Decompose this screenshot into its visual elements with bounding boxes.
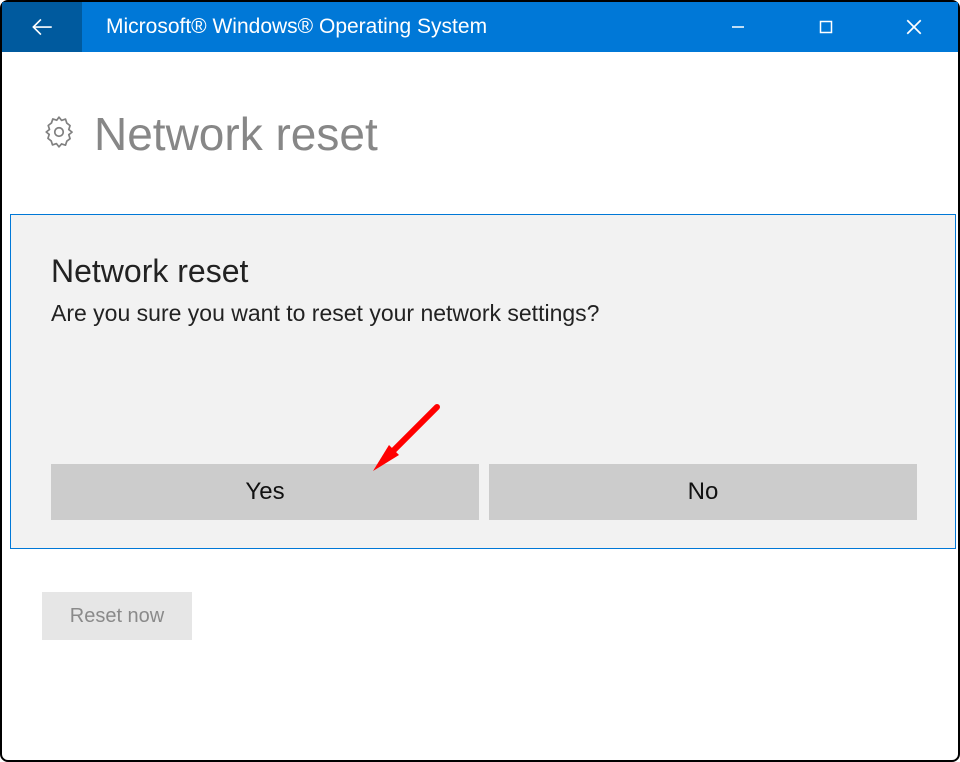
page-title: Network reset [94,107,378,161]
reset-now-button[interactable]: Reset now [42,592,192,640]
maximize-icon [818,19,834,35]
maximize-button[interactable] [782,2,870,52]
dialog-title: Network reset [51,253,917,290]
no-button[interactable]: No [489,464,917,520]
close-button[interactable] [870,2,958,52]
arrow-left-icon [29,14,55,40]
back-button[interactable] [2,2,82,52]
yes-button[interactable]: Yes [51,464,479,520]
window-controls [694,2,958,52]
minimize-icon [730,19,746,35]
window-title: Microsoft® Windows® Operating System [82,15,694,39]
dialog-buttons: Yes No [51,464,917,520]
dialog-network-reset: Network reset Are you sure you want to r… [10,214,956,549]
titlebar: Microsoft® Windows® Operating System [2,2,958,52]
page-header: Network reset [42,107,918,161]
page-content: Network reset [2,52,958,181]
minimize-button[interactable] [694,2,782,52]
dialog-message: Are you sure you want to reset your netw… [51,300,917,327]
close-icon [905,18,923,36]
gear-icon [42,115,76,154]
